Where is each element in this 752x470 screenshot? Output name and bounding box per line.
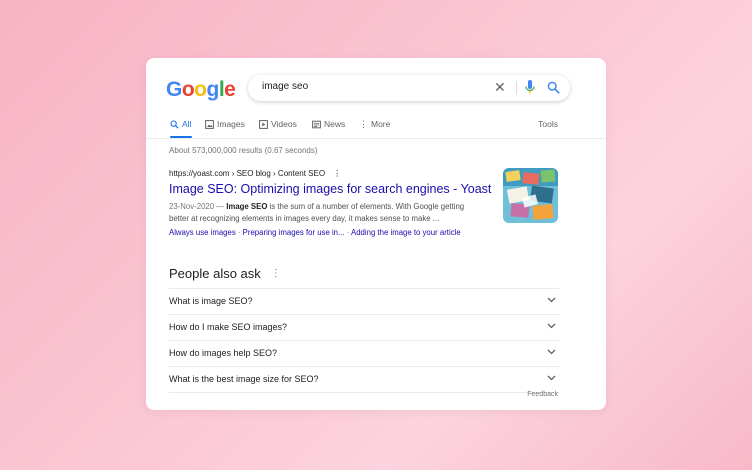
tools-button[interactable]: Tools xyxy=(538,119,558,129)
chevron-down-icon xyxy=(547,375,556,381)
paa-title-text: People also ask xyxy=(169,266,261,281)
play-icon xyxy=(259,119,268,129)
image-icon xyxy=(205,119,214,129)
paa-question-text: How do I make SEO images? xyxy=(169,322,288,332)
tab-more[interactable]: ⋮ More xyxy=(359,119,390,129)
tab-label: More xyxy=(371,119,391,129)
chevron-down-icon xyxy=(547,297,556,303)
tab-label: All xyxy=(182,119,192,129)
result-snippet: 23-Nov-2020 — Image SEO is the sum of a … xyxy=(169,201,469,224)
newspaper-icon xyxy=(312,120,321,128)
search-results-card: Google ✕ All Images xyxy=(146,58,606,410)
google-logo[interactable]: Google xyxy=(166,78,236,102)
paa-question[interactable]: How do images help SEO? xyxy=(169,340,559,366)
breadcrumb-text: https://yoast.com › SEO blog › Content S… xyxy=(169,169,326,178)
sitelink-separator: · xyxy=(235,228,243,237)
result-date: 23-Nov-2020 — xyxy=(169,202,225,211)
result-title-link[interactable]: Image SEO: Optimizing images for search … xyxy=(169,182,491,196)
feedback-link[interactable]: Feedback xyxy=(527,391,558,398)
paa-question-text: What is the best image size for SEO? xyxy=(169,374,319,384)
sitelink[interactable]: Adding the image to your article xyxy=(351,228,461,237)
more-options-icon[interactable]: ⋮ xyxy=(333,169,341,178)
tab-images[interactable]: Images xyxy=(205,119,245,129)
more-vert-icon[interactable]: ⋮ xyxy=(271,268,281,279)
result-thumbnail[interactable] xyxy=(503,168,558,223)
paa-bottom-divider xyxy=(169,392,559,394)
search-icon xyxy=(170,119,179,129)
sitelink[interactable]: Always use images xyxy=(169,228,236,237)
tabs-divider xyxy=(146,138,606,139)
search-input[interactable] xyxy=(260,80,484,93)
paa-question-text: How do images help SEO? xyxy=(169,348,278,358)
chevron-down-icon xyxy=(547,349,556,355)
snippet-highlight: Image SEO xyxy=(226,202,268,211)
result-breadcrumb[interactable]: https://yoast.com › SEO blog › Content S… xyxy=(169,169,341,178)
sitelink[interactable]: Preparing images for use in... xyxy=(243,228,345,237)
tab-label: News xyxy=(324,119,346,129)
paa-question[interactable]: How do I make SEO images? xyxy=(169,314,559,340)
chevron-down-icon xyxy=(547,323,556,329)
close-icon[interactable]: ✕ xyxy=(494,79,506,95)
paa-question-text: What is image SEO? xyxy=(169,296,253,306)
result-stats: About 573,000,000 results (0.67 seconds) xyxy=(169,146,318,155)
paa-question[interactable]: What is image SEO? xyxy=(169,288,559,314)
tab-videos[interactable]: Videos xyxy=(259,119,297,129)
tab-all[interactable]: All xyxy=(170,119,191,129)
tab-label: Videos xyxy=(271,119,297,129)
search-box: ✕ xyxy=(248,75,570,101)
search-icon[interactable] xyxy=(547,81,560,99)
search-box-divider xyxy=(516,81,517,95)
sitelinks: Always use images · Preparing images for… xyxy=(169,228,461,237)
people-also-ask-heading: People also ask ⋮ xyxy=(169,266,281,281)
tab-news[interactable]: News xyxy=(312,119,345,129)
paa-question[interactable]: What is the best image size for SEO? xyxy=(169,366,559,392)
people-also-ask-list: What is image SEO? How do I make SEO ima… xyxy=(169,288,559,394)
more-vert-icon: ⋮ xyxy=(359,118,368,129)
tab-label: Images xyxy=(217,119,245,129)
microphone-icon[interactable] xyxy=(525,80,535,100)
